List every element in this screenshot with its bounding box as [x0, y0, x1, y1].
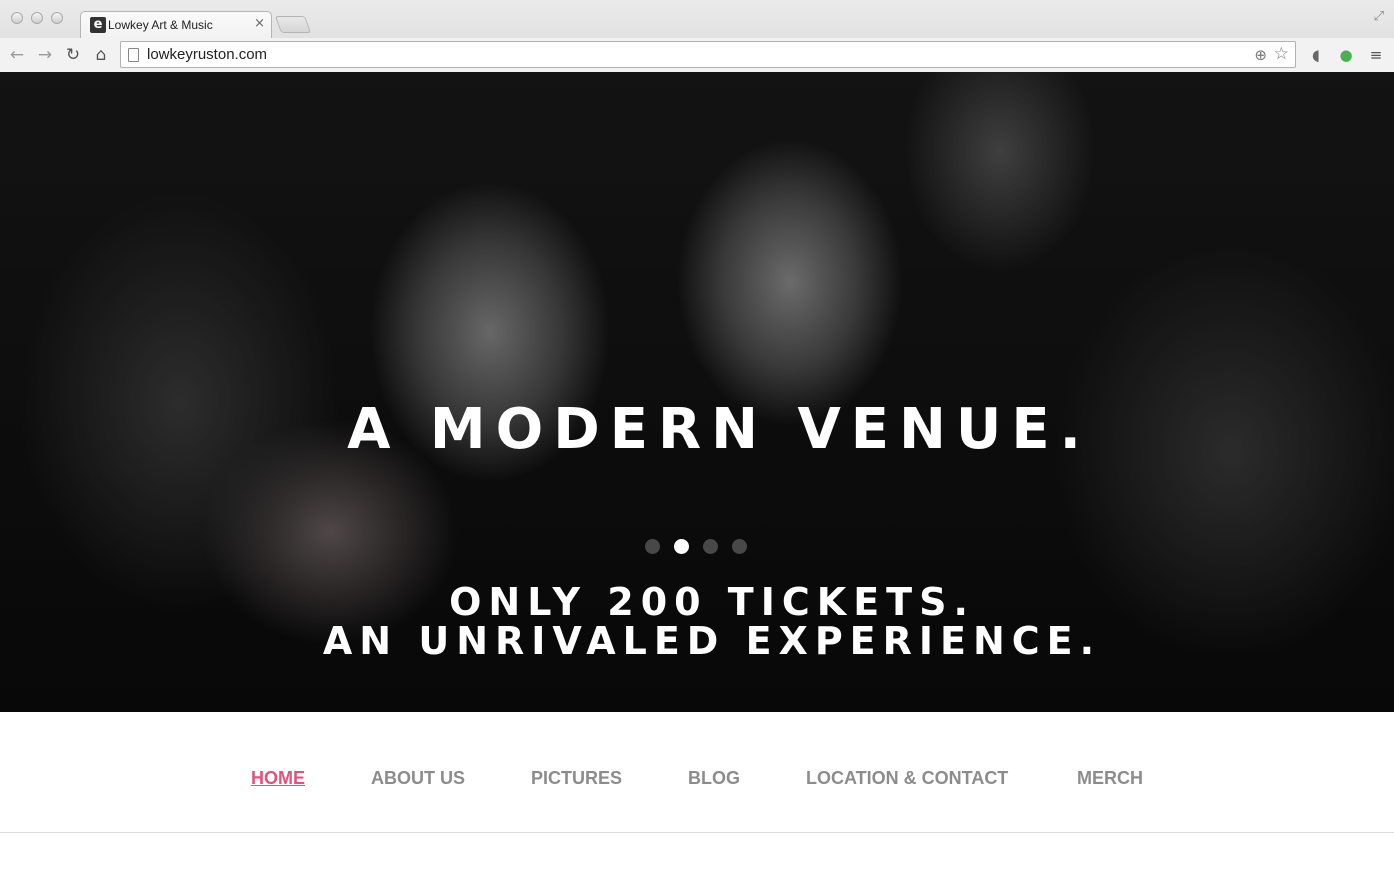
nav-home-link[interactable]: HOME [251, 767, 305, 789]
evernote-extension-icon[interactable]: ● [1336, 45, 1356, 65]
nav-blog-link[interactable]: BLOG [688, 767, 740, 789]
new-tab-button[interactable] [274, 16, 312, 33]
browser-toolbar: ← → ↻ ⌂ lowkeyruston.com ⊕ ☆ ◖ ● ≡ [0, 38, 1394, 72]
forward-arrow-icon[interactable]: → [34, 44, 56, 66]
close-window-button[interactable] [11, 12, 23, 24]
minimize-window-button[interactable] [31, 12, 43, 24]
home-icon[interactable]: ⌂ [90, 44, 112, 66]
menu-icon[interactable]: ≡ [1366, 45, 1386, 65]
address-bar[interactable]: lowkeyruston.com ⊕ ☆ [120, 41, 1296, 68]
nav-location-contact-link[interactable]: LOCATION & CONTACT [806, 767, 1008, 789]
slider-dot-active[interactable] [674, 539, 689, 554]
zoom-icon[interactable]: ⊕ [1254, 45, 1267, 65]
url-text[interactable]: lowkeyruston.com [147, 46, 267, 64]
browser-tab[interactable]: e Lowkey Art & Music × [80, 11, 272, 38]
back-arrow-icon[interactable]: ← [6, 44, 28, 66]
nav-about-us-link[interactable]: ABOUT US [371, 767, 465, 789]
hero-headline: A MODERN VENUE. [347, 397, 1091, 462]
tab-title: Lowkey Art & Music [108, 18, 213, 32]
bookmark-star-icon[interactable]: ☆ [1274, 44, 1289, 64]
nav-merch-link[interactable]: MERCH [1077, 767, 1143, 789]
audio-extension-icon[interactable]: ◖ [1306, 45, 1326, 65]
slider-dot[interactable] [732, 539, 747, 554]
hero-subheadline-line2: AN UNRIVALED EXPERIENCE. [322, 619, 1102, 663]
hero-slider: A MODERN VENUE. ONLY 200 TICKETS. AN UNR… [0, 72, 1394, 712]
zoom-window-button[interactable] [51, 12, 63, 24]
slider-dots [645, 539, 747, 554]
tab-close-icon[interactable]: × [254, 16, 265, 32]
browser-window-chrome: e Lowkey Art & Music × ⤢ ← → ↻ ⌂ lowkeyr… [0, 0, 1394, 72]
site-favicon-icon: e [90, 17, 106, 33]
reload-icon[interactable]: ↻ [62, 44, 84, 66]
window-controls [11, 12, 63, 24]
main-navigation: HOME ABOUT US PICTURES BLOG LOCATION & C… [0, 712, 1394, 833]
fullscreen-icon[interactable]: ⤢ [1374, 10, 1384, 23]
page-icon [128, 48, 139, 62]
slider-dot[interactable] [703, 539, 718, 554]
nav-pictures-link[interactable]: PICTURES [531, 767, 622, 789]
slider-dot[interactable] [645, 539, 660, 554]
hero-subheadline-line1: ONLY 200 TICKETS. [449, 580, 975, 624]
